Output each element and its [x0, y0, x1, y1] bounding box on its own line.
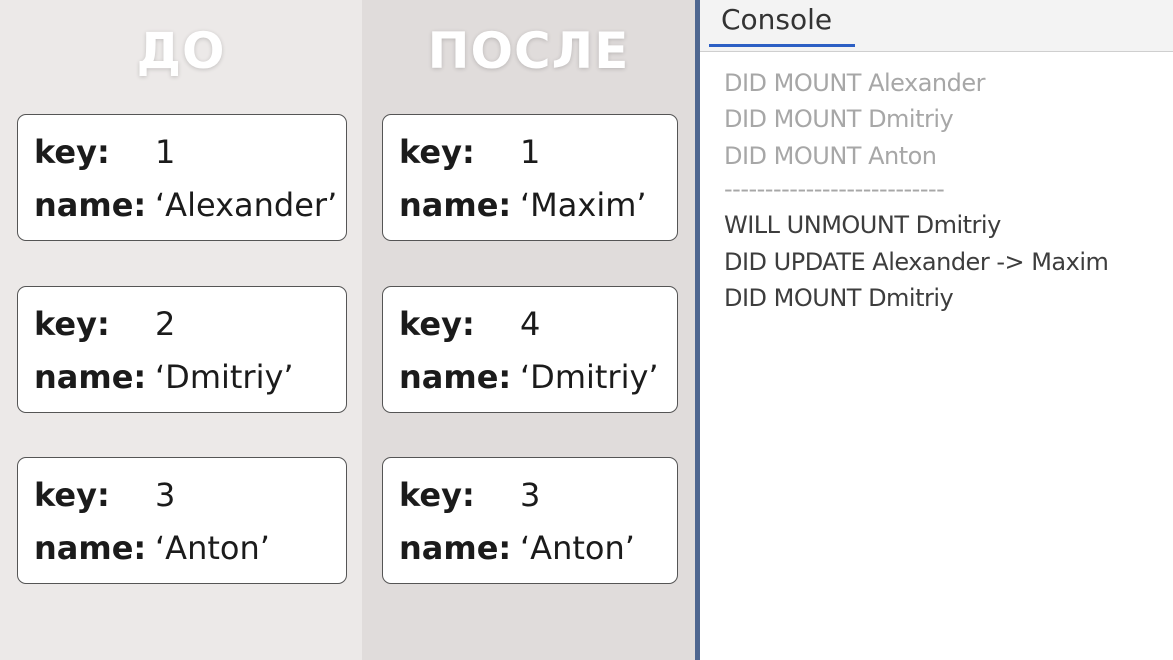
- key-value: 3: [520, 476, 541, 514]
- key-row: key: 3: [399, 476, 540, 514]
- console-separator: ---------------------------: [724, 175, 945, 203]
- console-line: DID MOUNT Dmitriy: [724, 105, 954, 133]
- after-column: ПОСЛЕ key: 1 name: ‘Maxim’ key: 4 name: …: [362, 0, 695, 660]
- name-row: name: ‘Alexander’: [34, 186, 337, 224]
- console-line: DID MOUNT Dmitriy: [724, 284, 954, 312]
- key-label: key:: [399, 133, 475, 171]
- name-value: ‘Alexander’: [155, 186, 338, 224]
- before-card-2: key: 2 name: ‘Dmitriy’: [17, 286, 347, 413]
- name-row: name: ‘Dmitriy’: [34, 358, 294, 396]
- name-value: ‘Maxim’: [520, 186, 647, 224]
- console-output: DID MOUNT Alexander DID MOUNT Dmitriy DI…: [700, 52, 1173, 660]
- name-value: ‘Anton’: [155, 529, 270, 567]
- before-title: ДО: [136, 22, 226, 80]
- after-title: ПОСЛЕ: [427, 22, 630, 80]
- key-row: key: 1: [399, 133, 540, 171]
- key-row: key: 2: [34, 305, 175, 343]
- console-tab-underline: [709, 44, 855, 47]
- key-row: key: 3: [34, 476, 175, 514]
- name-row: name: ‘Anton’: [34, 529, 270, 567]
- key-label: key:: [34, 476, 110, 514]
- console-header: Console: [700, 0, 1173, 52]
- after-card-2: key: 4 name: ‘Dmitriy’: [382, 286, 678, 413]
- key-row: key: 4: [399, 305, 540, 343]
- name-row: name: ‘Maxim’: [399, 186, 647, 224]
- key-value: 3: [155, 476, 176, 514]
- key-label: key:: [399, 305, 475, 343]
- name-value: ‘Dmitriy’: [155, 358, 294, 396]
- key-value: 4: [520, 305, 541, 343]
- name-label: name:: [34, 529, 147, 567]
- name-label: name:: [34, 186, 147, 224]
- console-line: DID UPDATE Alexander -> Maxim: [724, 248, 1109, 276]
- name-label: name:: [34, 358, 147, 396]
- key-label: key:: [399, 476, 475, 514]
- console-line: DID MOUNT Anton: [724, 142, 937, 170]
- console-line: DID MOUNT Alexander: [724, 69, 986, 97]
- name-value: ‘Anton’: [520, 529, 635, 567]
- name-value: ‘Dmitriy’: [520, 358, 659, 396]
- key-value: 2: [155, 305, 176, 343]
- before-column: ДО key: 1 name: ‘Alexander’ key: 2 name:…: [0, 0, 362, 660]
- key-label: key:: [34, 133, 110, 171]
- console-line: WILL UNMOUNT Dmitriy: [724, 211, 1001, 239]
- name-label: name:: [399, 186, 512, 224]
- key-row: key: 1: [34, 133, 175, 171]
- name-row: name: ‘Dmitriy’: [399, 358, 659, 396]
- after-card-1: key: 1 name: ‘Maxim’: [382, 114, 678, 241]
- before-card-1: key: 1 name: ‘Alexander’: [17, 114, 347, 241]
- name-label: name:: [399, 529, 512, 567]
- name-row: name: ‘Anton’: [399, 529, 635, 567]
- key-label: key:: [34, 305, 110, 343]
- key-value: 1: [155, 133, 176, 171]
- name-label: name:: [399, 358, 512, 396]
- after-card-3: key: 3 name: ‘Anton’: [382, 457, 678, 584]
- before-card-3: key: 3 name: ‘Anton’: [17, 457, 347, 584]
- key-value: 1: [520, 133, 541, 171]
- console-tab[interactable]: Console: [721, 3, 832, 36]
